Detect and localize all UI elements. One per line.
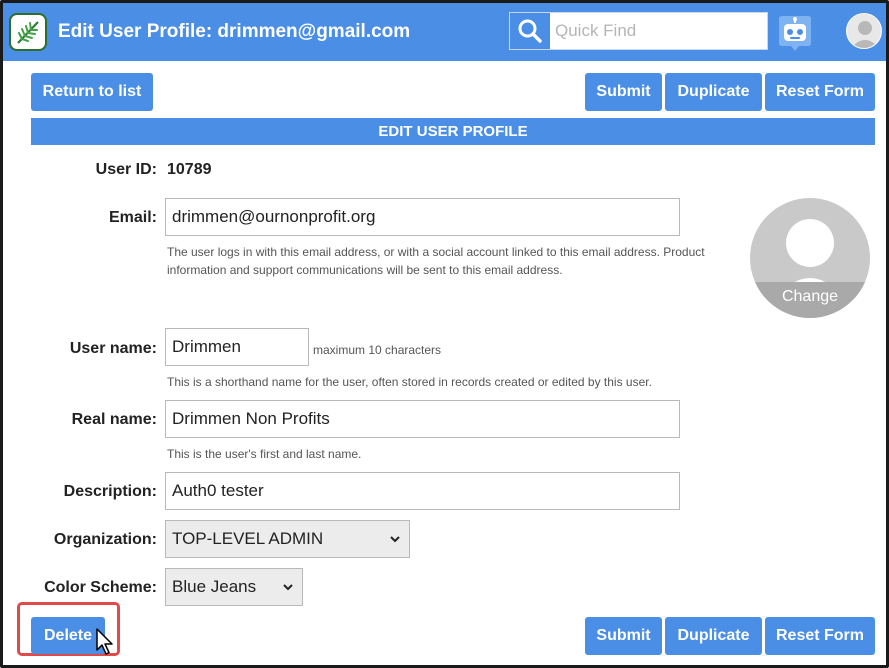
reset-form-button-bottom[interactable]: Reset Form [765, 617, 875, 655]
organization-label: Organization: [53, 531, 157, 548]
chevron-down-icon [390, 536, 400, 543]
description-field[interactable]: Auth0 tester [165, 472, 680, 510]
user-name-field[interactable]: Drimmen [165, 328, 309, 366]
profile-photo[interactable]: Change [750, 198, 870, 318]
return-to-list-button[interactable]: Return to list [31, 73, 153, 111]
user-id-label: User ID: [95, 161, 157, 178]
user-name-hint: maximum 10 characters [313, 343, 442, 357]
fern-logo-icon[interactable] [9, 13, 47, 51]
chevron-down-icon [283, 584, 293, 591]
email-help-line2: information and support communications w… [167, 263, 563, 277]
real-name-label: Real name: [71, 411, 157, 428]
user-name-help: This is a shorthand name for the user, o… [167, 375, 652, 389]
user-name-label: User name: [69, 340, 157, 357]
search-input[interactable] [552, 13, 766, 49]
user-id-value: 10789 [167, 161, 212, 178]
section-banner: EDIT USER PROFILE [31, 118, 875, 145]
organization-select[interactable]: TOP-LEVEL ADMIN [165, 520, 410, 558]
page-title: Edit User Profile: drimmen@gmail.com [58, 21, 411, 42]
email-field[interactable]: drimmen@ournonprofit.org [165, 198, 680, 236]
color-scheme-select[interactable]: Blue Jeans [165, 568, 303, 606]
organization-selected: TOP-LEVEL ADMIN [172, 529, 324, 548]
email-help-line1: The user logs in with this email address… [167, 245, 705, 259]
description-label: Description: [63, 483, 157, 500]
real-name-help: This is the user's first and last name. [167, 447, 362, 461]
submit-button-top[interactable]: Submit [585, 73, 662, 111]
duplicate-button-top[interactable]: Duplicate [665, 73, 762, 111]
change-photo-button[interactable]: Change [750, 282, 870, 318]
color-scheme-label: Color Scheme: [44, 579, 157, 596]
duplicate-button-bottom[interactable]: Duplicate [665, 617, 762, 655]
quick-find [509, 12, 768, 50]
user-avatar-icon[interactable] [846, 13, 882, 49]
reset-form-button-top[interactable]: Reset Form [765, 73, 875, 111]
email-label: Email: [108, 209, 157, 226]
color-scheme-selected: Blue Jeans [172, 577, 257, 596]
real-name-field[interactable]: Drimmen Non Profits [165, 400, 680, 438]
app-header: Edit User Profile: drimmen@gmail.com [3, 3, 886, 61]
mouse-pointer-icon [96, 628, 113, 655]
search-icon[interactable] [510, 13, 550, 49]
delete-button[interactable]: Delete [31, 617, 105, 654]
robot-assistant-icon[interactable] [775, 13, 815, 53]
submit-button-bottom[interactable]: Submit [585, 617, 662, 655]
